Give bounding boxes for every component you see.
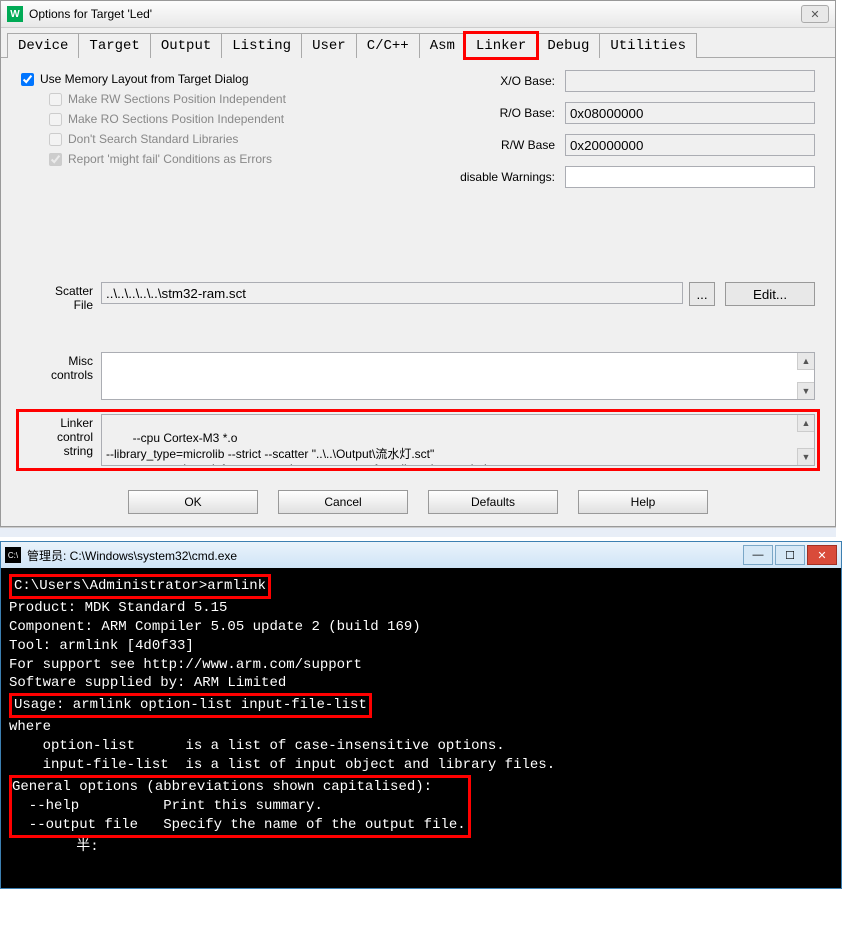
disable-warnings-row: disable Warnings: <box>445 166 815 188</box>
xo-base-row: X/O Base: <box>445 70 815 92</box>
app-icon: W <box>7 6 23 22</box>
misc-section: Misc controls ▲ ▼ <box>21 352 815 400</box>
maximize-button[interactable]: ☐ <box>775 545 805 565</box>
misc-controls-input[interactable]: ▲ ▼ <box>101 352 815 400</box>
misc-label: Misc controls <box>21 352 101 400</box>
linker-control-section: Linker control string --cpu Cortex-M3 *.… <box>21 414 815 466</box>
tab-ccpp[interactable]: C/C++ <box>356 33 420 58</box>
cancel-button[interactable]: Cancel <box>278 490 408 514</box>
cmd-where-block: where option-list is a list of case-inse… <box>9 718 833 775</box>
tab-debug[interactable]: Debug <box>536 33 600 58</box>
linker-control-string: --cpu Cortex-M3 *.o --library_type=micro… <box>101 414 815 466</box>
ok-button[interactable]: OK <box>128 490 258 514</box>
scatter-browse-button[interactable]: ... <box>689 282 715 306</box>
dialog-body: Use Memory Layout from Target Dialog Mak… <box>1 58 835 478</box>
scatter-label: Scatter File <box>21 282 101 312</box>
scroll-up-icon[interactable]: ▲ <box>797 353 814 370</box>
use-memory-layout-checkbox[interactable] <box>21 73 34 86</box>
cmd-body[interactable]: C:\Users\Administrator>armlinkProduct: M… <box>1 568 841 888</box>
disable-warnings-label: disable Warnings: <box>445 170 555 184</box>
tab-user[interactable]: User <box>301 33 357 58</box>
help-button[interactable]: Help <box>578 490 708 514</box>
rw-base-input <box>565 134 815 156</box>
tab-bar: Device Target Output Listing User C/C++ … <box>1 28 835 58</box>
cmd-prompt-highlight: C:\Users\Administrator>armlink <box>9 574 271 599</box>
cmd-title-text: 管理员: C:\Windows\system32\cmd.exe <box>27 547 741 564</box>
cmd-output-1: Product: MDK Standard 5.15 Component: AR… <box>9 599 833 693</box>
tab-device[interactable]: Device <box>7 33 79 58</box>
options-dialog: W Options for Target 'Led' ✕ Device Targ… <box>0 0 836 527</box>
make-ro-label: Make RO Sections Position Independent <box>68 112 284 126</box>
cmd-titlebar: C:\ 管理员: C:\Windows\system32\cmd.exe — ☐… <box>1 542 841 568</box>
tab-utilities[interactable]: Utilities <box>599 33 697 58</box>
scroll-down-icon[interactable]: ▼ <box>797 382 814 399</box>
scatter-section: Scatter File ... Edit... <box>21 282 815 312</box>
xo-base-label: X/O Base: <box>445 74 555 88</box>
ro-base-input <box>565 102 815 124</box>
make-ro-checkbox <box>49 113 62 126</box>
scroll-down-icon[interactable]: ▼ <box>797 448 814 465</box>
cmd-general-options-highlight: General options (abbreviations shown cap… <box>9 775 471 838</box>
xo-base-input <box>565 70 815 92</box>
cmd-window: C:\ 管理员: C:\Windows\system32\cmd.exe — ☐… <box>0 541 842 889</box>
tab-asm[interactable]: Asm <box>419 33 466 58</box>
cmd-general-block: General options (abbreviations shown cap… <box>12 778 466 835</box>
report-might-fail-label: Report 'might fail' Conditions as Errors <box>68 152 272 166</box>
make-rw-label: Make RW Sections Position Independent <box>68 92 286 106</box>
cmd-usage-highlight: Usage: armlink option-list input-file-li… <box>9 693 372 718</box>
dialog-title: Options for Target 'Led' <box>29 7 801 21</box>
linker-control-label: Linker control string <box>21 414 101 466</box>
use-memory-layout-label: Use Memory Layout from Target Dialog <box>40 72 249 86</box>
background-strip <box>0 527 836 537</box>
report-might-fail-checkbox <box>49 153 62 166</box>
scatter-input <box>101 282 683 304</box>
tab-output[interactable]: Output <box>150 33 222 58</box>
make-rw-checkbox <box>49 93 62 106</box>
defaults-button[interactable]: Defaults <box>428 490 558 514</box>
titlebar: W Options for Target 'Led' ✕ <box>1 1 835 28</box>
dialog-button-row: OK Cancel Defaults Help <box>1 478 835 526</box>
tab-target[interactable]: Target <box>78 33 150 58</box>
ro-base-label: R/O Base: <box>445 106 555 120</box>
right-column: X/O Base: R/O Base: R/W Base disable War… <box>445 70 815 198</box>
disable-warnings-input[interactable] <box>565 166 815 188</box>
close-button[interactable]: ✕ <box>807 545 837 565</box>
cmd-icon: C:\ <box>5 547 21 563</box>
dont-search-checkbox <box>49 133 62 146</box>
linker-value: --cpu Cortex-M3 *.o --library_type=micro… <box>106 431 493 466</box>
tab-listing[interactable]: Listing <box>221 33 302 58</box>
tab-linker[interactable]: Linker <box>465 33 537 58</box>
rw-base-row: R/W Base <box>445 134 815 156</box>
scatter-edit-button[interactable]: Edit... <box>725 282 815 306</box>
dont-search-label: Don't Search Standard Libraries <box>68 132 238 146</box>
minimize-button[interactable]: — <box>743 545 773 565</box>
close-icon[interactable]: ✕ <box>801 5 829 23</box>
scroll-up-icon[interactable]: ▲ <box>797 415 814 432</box>
ro-base-row: R/O Base: <box>445 102 815 124</box>
rw-base-label: R/W Base <box>445 138 555 152</box>
cmd-cursor-line: 半: <box>9 838 833 857</box>
